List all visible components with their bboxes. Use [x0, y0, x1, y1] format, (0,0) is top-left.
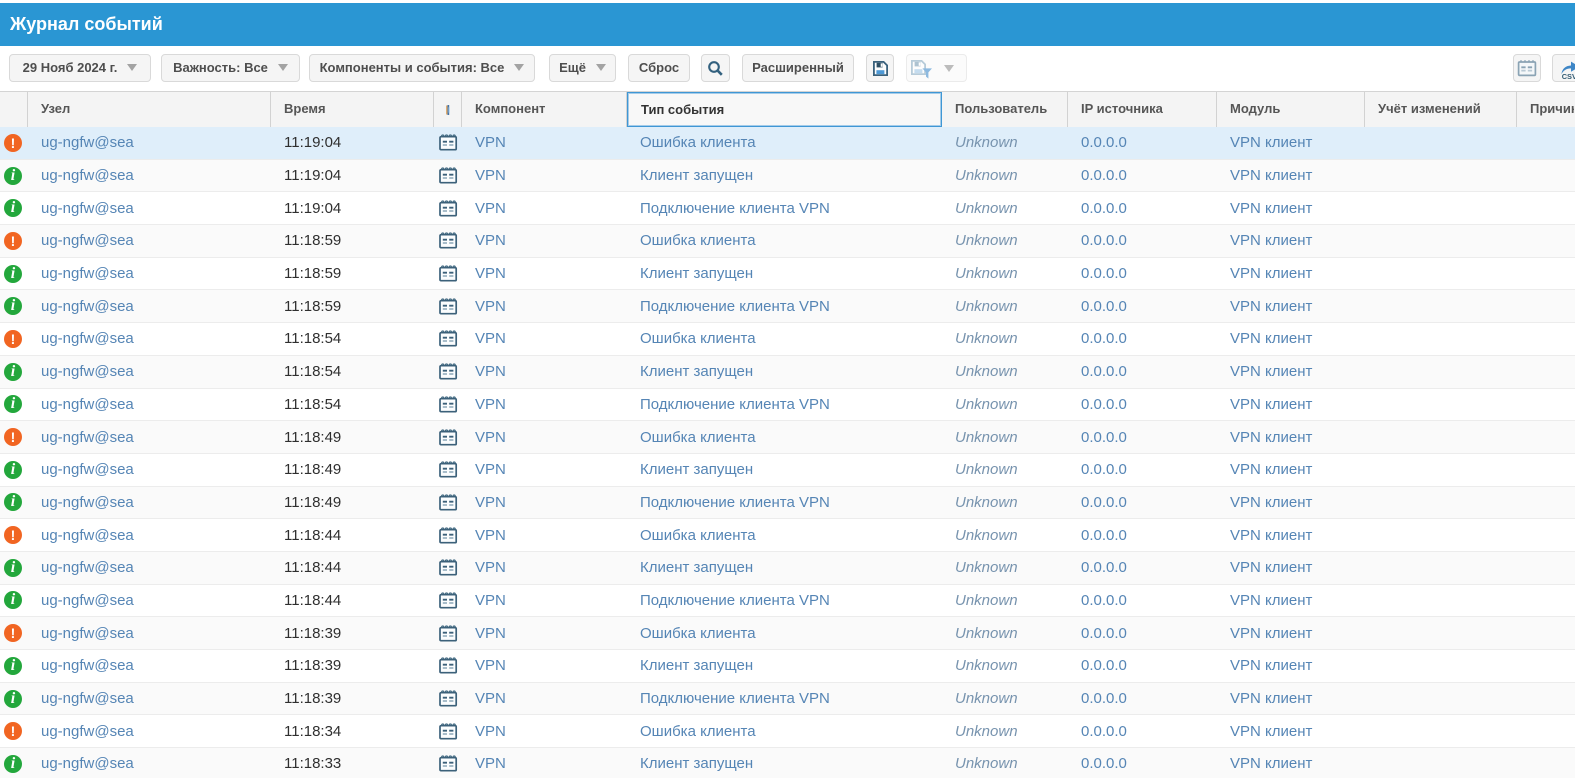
svg-text:CSV: CSV [1562, 72, 1575, 81]
